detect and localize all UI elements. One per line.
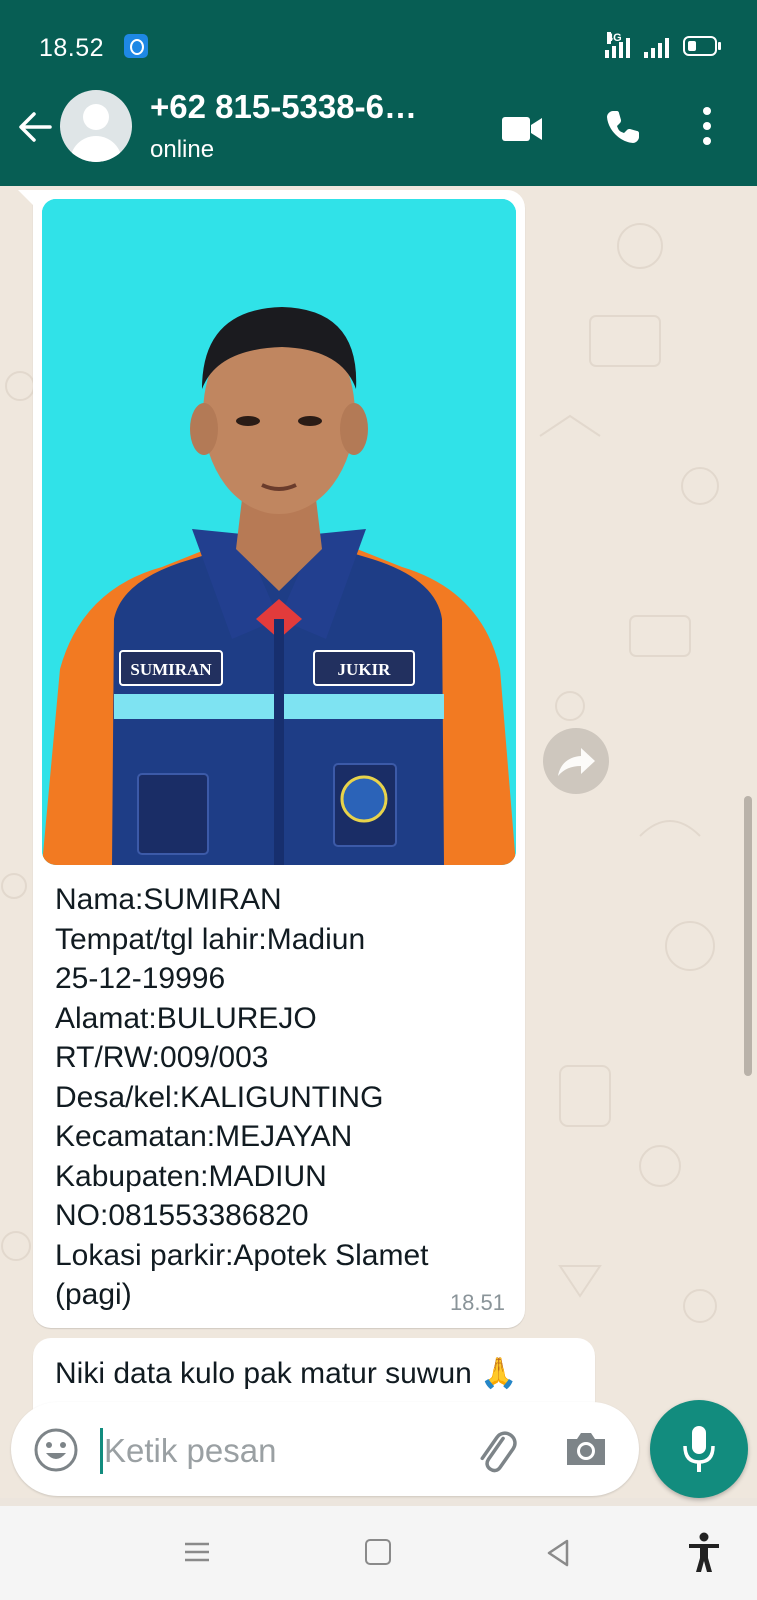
bubble-tail (18, 190, 36, 208)
signal-icon (644, 36, 669, 58)
camera-icon[interactable] (563, 1429, 609, 1469)
caption-line: Kecamatan:MEJAYAN (55, 1120, 353, 1153)
message-caption: Nama:SUMIRAN Tempat/tgl lahir:Madiun 25-12… (55, 880, 505, 1315)
avatar-head (83, 104, 109, 130)
avatar[interactable] (60, 90, 132, 162)
back-arrow-icon[interactable] (16, 108, 54, 146)
signal-4g-icon: 4G (605, 32, 630, 58)
composer-bar (0, 1394, 757, 1498)
system-nav-bar (0, 1506, 757, 1600)
avatar-body (70, 136, 122, 162)
text-caret (100, 1428, 103, 1474)
composer-box[interactable] (11, 1402, 639, 1496)
photo-illustration: SUMIRAN JUKIR (42, 199, 516, 865)
app-notification-icon (124, 34, 148, 58)
attach-icon[interactable] (471, 1426, 519, 1474)
voice-record-button[interactable] (650, 1400, 748, 1498)
contact-name[interactable]: +62 815-5338-6… (150, 88, 417, 126)
accessibility-icon[interactable] (686, 1532, 722, 1574)
battery-icon (683, 36, 721, 56)
scrollbar-thumb[interactable] (744, 796, 752, 1076)
caption-line: (pagi) (55, 1278, 132, 1311)
caption-line: Desa/kel:KALIGUNTING (55, 1080, 384, 1114)
chat-header: +62 815-5338-6… online (0, 68, 757, 186)
caption-line: Alamat:BULUREJO (55, 1001, 317, 1035)
caption-line: Lokasi parkir:Apotek Slamet (55, 1238, 429, 1272)
status-icons: 4G (605, 32, 721, 58)
status-time: 18.52 (39, 34, 105, 62)
message-time: 18.51 (449, 1290, 505, 1315)
chat-area[interactable]: SUMIRAN JUKIR Nama:SUMIRAN Tempat/tgl la… (0, 186, 757, 1498)
mic-icon (683, 1426, 715, 1472)
message-photo[interactable]: SUMIRAN JUKIR (42, 199, 516, 865)
message-input[interactable] (104, 1428, 444, 1474)
voice-call-icon[interactable] (604, 108, 642, 146)
emoji-icon[interactable] (33, 1427, 79, 1473)
caption-line: Kabupaten:MADIUN (55, 1159, 327, 1193)
forward-button[interactable] (543, 728, 609, 794)
image-message-bubble[interactable]: SUMIRAN JUKIR Nama:SUMIRAN Tempat/tgl la… (33, 190, 525, 1328)
caption-line: Tempat/tgl lahir:Madiun (55, 922, 366, 956)
badge-left-text: SUMIRAN (130, 660, 212, 679)
contact-status: online (150, 136, 215, 163)
message-text: Niki data kulo pak matur suwun 🙏 (55, 1357, 518, 1390)
caption-line: 25-12-19996 (55, 962, 226, 995)
forward-icon (558, 748, 595, 776)
caption-line: Nama:SUMIRAN (55, 883, 282, 916)
caption-line: NO:081553386820 (55, 1199, 309, 1232)
video-call-icon[interactable] (500, 114, 544, 144)
caption-line: RT/RW:009/003 (55, 1041, 269, 1074)
status-bar: 18.52 4G (0, 0, 757, 68)
more-options-icon[interactable] (701, 106, 713, 146)
home-icon[interactable] (365, 1539, 391, 1565)
back-triangle-icon[interactable] (545, 1538, 571, 1568)
menu-icon[interactable] (183, 1540, 211, 1564)
badge-right-text: JUKIR (338, 660, 392, 679)
network-label: 4G (607, 32, 622, 44)
